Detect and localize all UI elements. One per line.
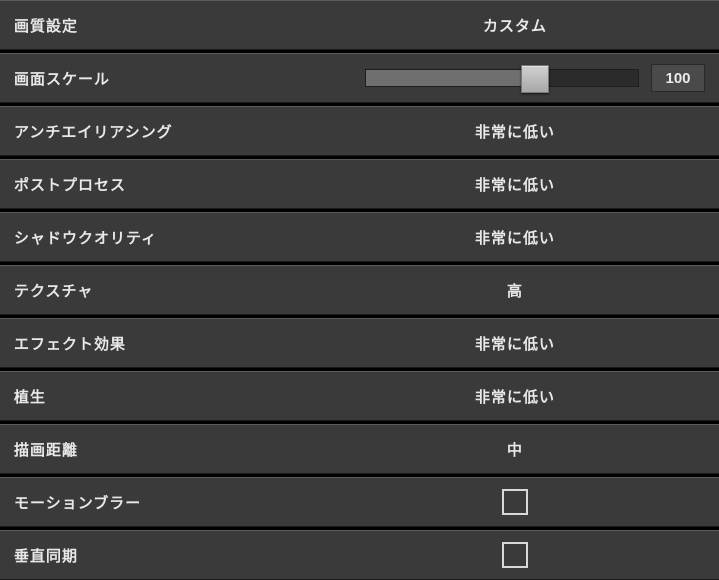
value-quality-preset: カスタム — [325, 15, 705, 36]
render-scale-value-box[interactable]: 100 — [651, 64, 705, 92]
label-foliage: 植生 — [14, 386, 325, 407]
row-anti-aliasing[interactable]: アンチエイリアシング 非常に低い — [0, 106, 719, 156]
label-quality-preset: 画質設定 — [14, 15, 325, 36]
slider-thumb[interactable] — [521, 65, 549, 93]
label-anti-aliasing: アンチエイリアシング — [14, 121, 325, 142]
value-foliage: 非常に低い — [325, 386, 705, 407]
render-scale-slider[interactable] — [365, 69, 639, 87]
value-post-process: 非常に低い — [325, 174, 705, 195]
label-post-process: ポストプロセス — [14, 174, 325, 195]
vsync-checkbox-area — [325, 542, 705, 568]
row-texture[interactable]: テクスチャ 高 — [0, 265, 719, 315]
label-vsync: 垂直同期 — [14, 545, 325, 566]
motion-blur-checkbox[interactable] — [502, 489, 528, 515]
label-view-distance: 描画距離 — [14, 439, 325, 460]
render-scale-control: 100 — [325, 64, 705, 92]
value-shadow-quality: 非常に低い — [325, 227, 705, 248]
row-shadow-quality[interactable]: シャドウクオリティ 非常に低い — [0, 212, 719, 262]
label-texture: テクスチャ — [14, 280, 325, 301]
label-effects: エフェクト効果 — [14, 333, 325, 354]
row-post-process[interactable]: ポストプロセス 非常に低い — [0, 159, 719, 209]
row-render-scale: 画面スケール 100 — [0, 53, 719, 103]
slider-fill — [366, 70, 535, 86]
value-view-distance: 中 — [325, 439, 705, 460]
value-anti-aliasing: 非常に低い — [325, 121, 705, 142]
motion-blur-checkbox-area — [325, 489, 705, 515]
value-texture: 高 — [325, 280, 705, 301]
graphics-settings-panel: 画質設定 カスタム 画面スケール 100 アンチエイリアシング 非常に低い ポス… — [0, 0, 719, 580]
label-shadow-quality: シャドウクオリティ — [14, 227, 325, 248]
vsync-checkbox[interactable] — [502, 542, 528, 568]
row-motion-blur[interactable]: モーションブラー — [0, 477, 719, 527]
value-effects: 非常に低い — [325, 333, 705, 354]
label-motion-blur: モーションブラー — [14, 492, 325, 513]
label-render-scale: 画面スケール — [14, 68, 325, 89]
row-view-distance[interactable]: 描画距離 中 — [0, 424, 719, 474]
row-effects[interactable]: エフェクト効果 非常に低い — [0, 318, 719, 368]
row-foliage[interactable]: 植生 非常に低い — [0, 371, 719, 421]
row-vsync[interactable]: 垂直同期 — [0, 530, 719, 580]
row-quality-preset[interactable]: 画質設定 カスタム — [0, 0, 719, 50]
